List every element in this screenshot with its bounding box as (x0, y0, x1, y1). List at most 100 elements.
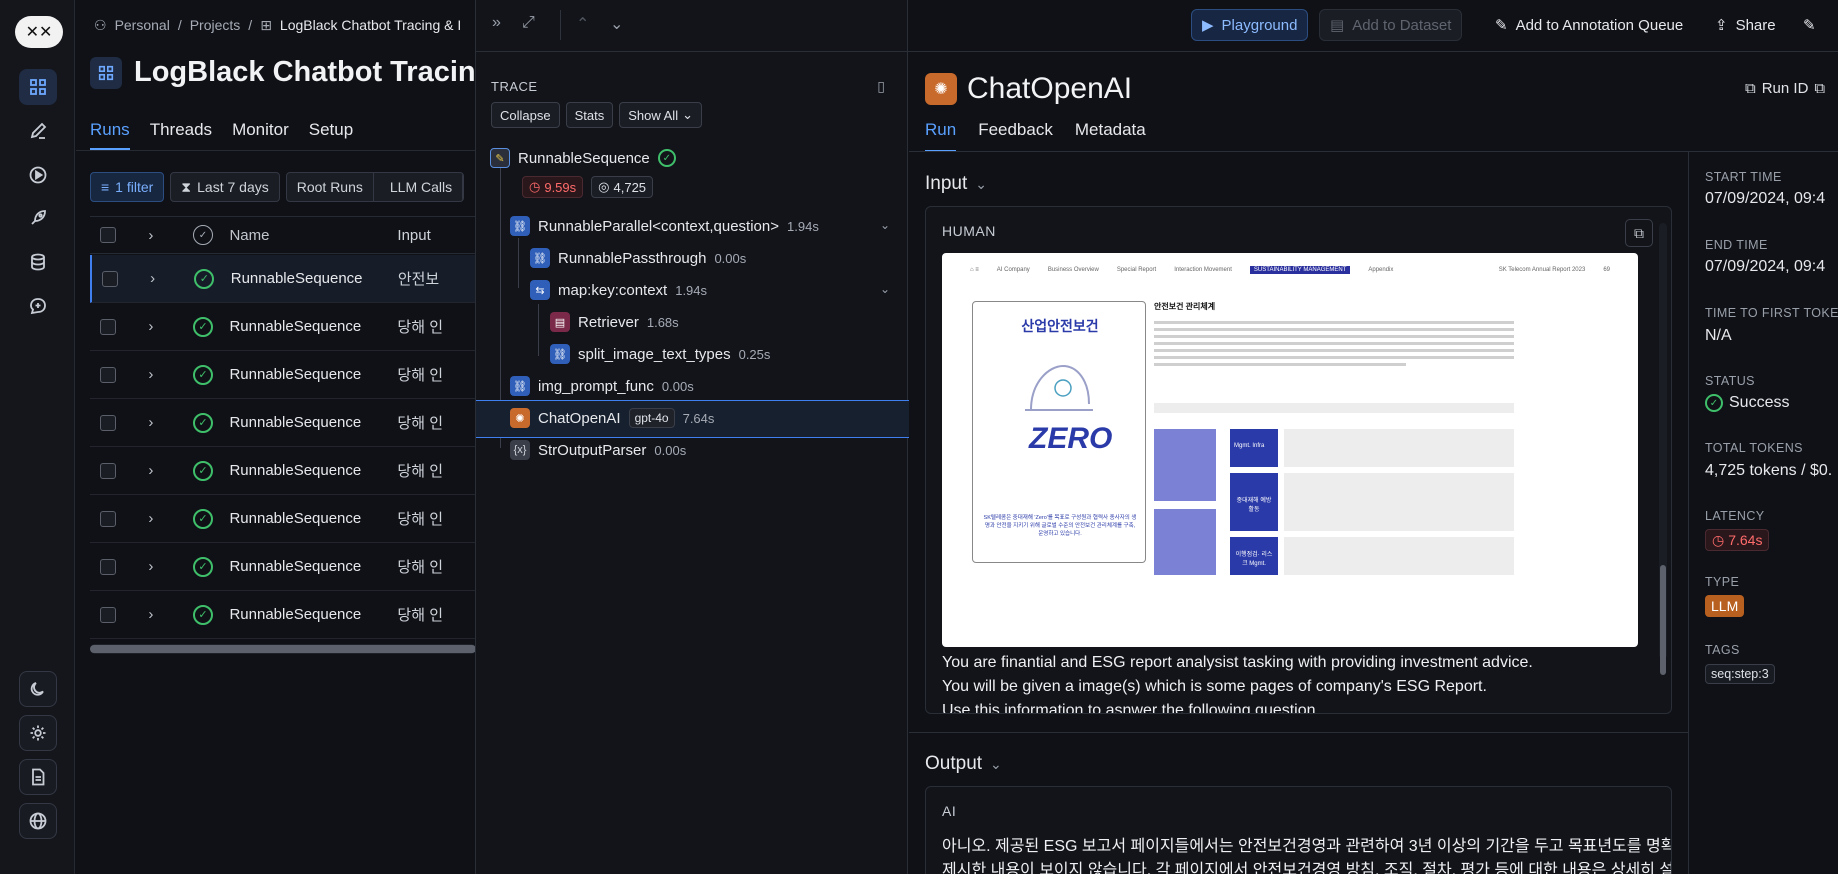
chevron-right-icon[interactable]: › (127, 270, 178, 287)
tab-monitor[interactable]: Monitor (232, 120, 289, 150)
parser-icon: {x} (510, 440, 530, 460)
trace-node[interactable]: ▤ Retriever 1.68s (550, 308, 679, 336)
chevron-right-icon[interactable]: › (125, 318, 176, 335)
logo-icon[interactable]: ✕✕ (15, 16, 63, 48)
trace-node-duration: 1.94s (787, 218, 819, 234)
stats-button[interactable]: Stats (565, 102, 614, 128)
sidebar-toggle-icon[interactable]: ▯ (877, 78, 885, 95)
trace-node[interactable]: {x} StrOutputParser 0.00s (510, 436, 686, 464)
trace-toolbar: » ⤢ ⌃ ⌄ (476, 0, 909, 52)
row-checkbox[interactable] (99, 606, 116, 623)
row-checkbox[interactable] (99, 414, 116, 431)
response-line: 아니오. 제공된 ESG 보고서 페이지들에서는 안전보건경영과 관련하여 3년… (942, 838, 1672, 855)
gear-icon[interactable] (19, 715, 57, 751)
tag-badge[interactable]: seq:step:3 (1705, 664, 1775, 684)
date-range-label: Last 7 days (197, 179, 269, 195)
globe-icon[interactable] (19, 803, 57, 839)
filter-button[interactable]: ≡ 1 filter (90, 172, 165, 202)
chevron-down-icon[interactable]: ⌄ (880, 218, 890, 232)
table-row[interactable]: › ✓ RunnableSequence 당해 인 (90, 591, 476, 639)
doc-heading: 안전보건 관리체계 (1154, 302, 1216, 311)
trace-node[interactable]: ⛓ img_prompt_func 0.00s (510, 372, 694, 400)
table-row[interactable]: › ✓ RunnableSequence 당해 인 (90, 495, 476, 543)
trace-node[interactable]: ⇆ map:key:context 1.94s (530, 276, 707, 304)
playground-button[interactable]: ▶ Playground (1191, 9, 1309, 41)
breadcrumb-personal[interactable]: Personal (115, 17, 170, 33)
projects-icon[interactable] (19, 69, 57, 105)
copy-button[interactable]: ⧉ (1625, 219, 1653, 247)
trace-node[interactable]: ⛓ split_image_text_types 0.25s (550, 340, 770, 368)
tab-feedback[interactable]: Feedback (978, 120, 1053, 152)
row-checkbox[interactable] (101, 270, 118, 287)
chevron-right-icon[interactable]: › (125, 558, 176, 575)
table-row[interactable]: › ✓ RunnableSequence 당해 인 (90, 447, 476, 495)
table-row[interactable]: › ✓ RunnableSequence 당해 인 (90, 303, 476, 351)
trace-node[interactable]: ⛓ RunnableParallel<context,question> 1.9… (510, 212, 819, 240)
table-row[interactable]: › ✓ RunnableSequence 당해 인 (90, 351, 476, 399)
root-runs-option[interactable]: Root Runs (287, 173, 374, 201)
trace-node-duration: 1.68s (646, 314, 679, 330)
tab-setup[interactable]: Setup (309, 120, 353, 150)
row-checkbox[interactable] (99, 462, 116, 479)
playground-label: Playground (1221, 16, 1298, 34)
latency-value: 9.59s (544, 179, 577, 195)
add-to-dataset-button[interactable]: ▤ Add to Dataset (1319, 9, 1463, 41)
table-row[interactable]: › ✓ RunnableSequence 당해 인 (90, 399, 476, 447)
horizontal-scrollbar[interactable] (90, 644, 476, 654)
tab-metadata[interactable]: Metadata (1075, 120, 1146, 152)
tab-runs[interactable]: Runs (90, 120, 130, 150)
chevron-right-icon[interactable]: › (125, 606, 176, 623)
database-icon[interactable] (19, 244, 57, 280)
breadcrumb-current[interactable]: LogBlack Chatbot Tracing & I (280, 17, 461, 33)
chevron-down-icon[interactable]: ⌄ (610, 14, 623, 34)
row-checkbox[interactable] (99, 318, 116, 335)
trace-node-root[interactable]: ✎ RunnableSequence ✓ (490, 144, 676, 172)
moon-icon[interactable] (19, 671, 57, 707)
date-range-button[interactable]: ⧗ Last 7 days (170, 172, 280, 202)
chevron-right-icon[interactable]: › (125, 414, 176, 431)
table-row[interactable]: › ✓ RunnableSequence 당해 인 (90, 543, 476, 591)
edit-button[interactable]: ✎ (1793, 9, 1826, 41)
llm-calls-option[interactable]: LLM Calls (380, 173, 464, 201)
doc-nav-item: Appendix (1368, 267, 1394, 273)
annotate-icon[interactable] (19, 113, 57, 149)
collapse-panel-icon[interactable]: » (492, 14, 501, 32)
row-checkbox[interactable] (99, 558, 116, 575)
row-checkbox[interactable] (99, 510, 116, 527)
collapse-button[interactable]: Collapse (491, 102, 560, 128)
chevron-right-icon[interactable]: › (125, 510, 176, 527)
chevron-right-icon[interactable]: › (125, 462, 176, 479)
row-input: 당해 인 (397, 367, 443, 384)
expand-all-icon[interactable]: › (125, 227, 176, 244)
latency-badge: ◷ 7.64s (1705, 529, 1770, 551)
tab-run[interactable]: Run (925, 120, 957, 152)
success-icon: ✓ (1705, 394, 1723, 412)
breadcrumb-projects[interactable]: Projects (190, 17, 241, 33)
scrollbar-thumb[interactable] (90, 645, 476, 653)
chevron-right-icon[interactable]: › (125, 366, 176, 383)
share-button[interactable]: ⇪ Share (1705, 9, 1786, 41)
row-checkbox[interactable] (99, 366, 116, 383)
trace-node[interactable]: ⛓ RunnablePassthrough 0.00s (530, 244, 746, 272)
chevron-up-icon[interactable]: ⌃ (576, 14, 589, 34)
run-id-button[interactable]: ⧉ Run ID ⧉ (1745, 80, 1825, 97)
add-to-annotation-queue-button[interactable]: ✎ Add to Annotation Queue (1485, 9, 1693, 41)
document-icon[interactable] (19, 759, 57, 795)
select-all-checkbox[interactable] (99, 227, 116, 243)
output-section-toggle[interactable]: Output ⌄ (925, 753, 1002, 775)
column-input[interactable]: Input (397, 227, 476, 244)
trace-node-duration: 0.00s (661, 378, 694, 394)
vertical-scrollbar[interactable] (1659, 223, 1667, 675)
input-section-toggle[interactable]: Input ⌄ (925, 173, 987, 195)
tab-threads[interactable]: Threads (150, 120, 212, 150)
play-icon[interactable] (19, 157, 57, 193)
chevron-down-icon[interactable]: ⌄ (880, 282, 890, 296)
trace-node-selected[interactable]: ✺ ChatOpenAI gpt-4o 7.64s (510, 404, 714, 432)
show-all-dropdown[interactable]: Show All ⌄ (619, 102, 702, 128)
table-row[interactable]: › ✓ RunnableSequence 안전보 (90, 255, 476, 303)
column-name[interactable]: Name (229, 227, 397, 244)
expand-icon[interactable]: ⤢ (522, 14, 535, 32)
scrollbar-thumb[interactable] (1660, 565, 1666, 675)
chat-plus-icon[interactable] (19, 288, 57, 324)
rocket-icon[interactable] (19, 200, 57, 236)
